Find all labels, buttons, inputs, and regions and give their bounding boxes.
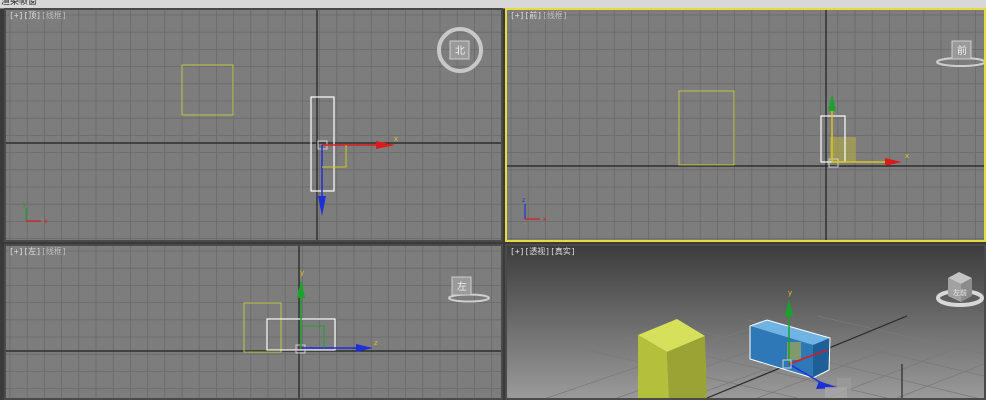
viewport-front-canvas[interactable]: x x z 前 [507,10,984,240]
gizmo-x-label: x [905,152,909,160]
menu-fragment[interactable]: 渲染帧窗 [1,0,37,8]
viewport-top[interactable]: [+][顶][线框] x x y 北 [4,8,503,242]
viewport-view-button[interactable]: [左] [23,247,41,256]
viewport-left-label: [+][左][线框] [9,247,67,257]
viewport-view-button[interactable]: [透视] [524,247,550,256]
viewport-shading-button[interactable]: [真实] [550,247,576,256]
viewport-top-canvas[interactable]: x x y 北 [6,10,501,240]
viewport-menu-button[interactable]: [+] [9,11,23,20]
viewport-shading-button[interactable]: [线框] [542,11,568,20]
viewcube-label[interactable]: 北 [455,45,465,57]
gizmo-y-label: y [788,289,792,297]
viewport-menu-button[interactable]: [+] [510,11,524,20]
viewcube-label[interactable]: 左前 [953,288,967,297]
viewport-view-button[interactable]: [前] [524,11,542,20]
gizmo-z-label: z [374,339,378,347]
viewport-left-canvas[interactable]: z y 左 [6,246,501,398]
viewport-shading-button[interactable]: [线框] [41,11,67,20]
gizmo-x-label: x [394,135,398,143]
viewport-view-button[interactable]: [顶] [23,11,41,20]
tripod-x-label: x [543,216,547,223]
viewcube-label[interactable]: 左 [457,280,467,293]
viewport-front-label: [+][前][线框] [510,11,568,21]
viewport-front[interactable]: [+][前][线框] x x z 前 [505,8,986,242]
tripod-z-label: z [522,197,525,204]
viewport-background [507,246,984,398]
viewport-perspective[interactable]: [+][透视][真实] y 左前 [505,244,986,400]
gizmo-y-label: y [300,269,304,277]
viewport-shading-button[interactable]: [线框] [41,247,67,256]
gizmo-plane-highlight[interactable] [830,137,856,162]
viewport-menu-button[interactable]: [+] [510,247,524,256]
viewport-background [6,246,501,398]
viewport-top-label: [+][顶][线框] [9,11,67,21]
viewport-background [6,10,501,240]
viewport-background [507,10,984,240]
viewport-perspective-canvas[interactable]: y 左前 [507,246,984,398]
viewport-menu-button[interactable]: [+] [9,247,23,256]
viewcube-label[interactable]: 前 [957,44,967,57]
scene-object-small-2[interactable] [825,387,847,398]
tripod-x-label: x [44,218,48,225]
viewport-left[interactable]: [+][左][线框] z y 左 [4,244,503,400]
viewport-perspective-label: [+][透视][真实] [510,247,576,257]
tripod-y-label: y [23,201,27,208]
